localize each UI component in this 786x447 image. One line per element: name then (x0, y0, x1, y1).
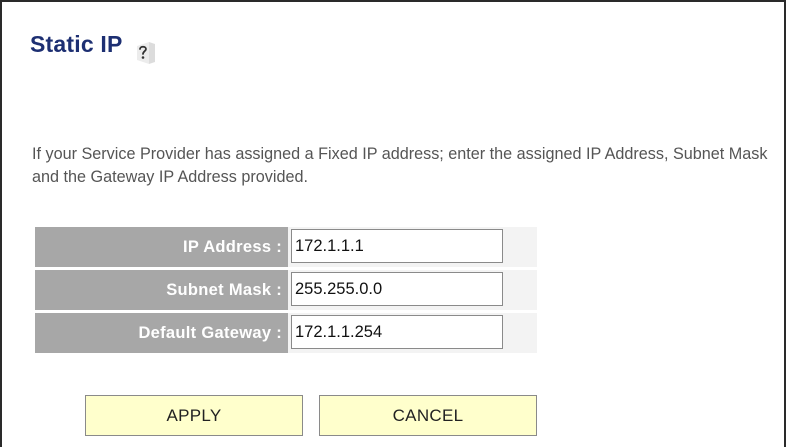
default-gateway-label: Default Gateway : (35, 313, 288, 353)
cancel-button[interactable]: CANCEL (319, 395, 537, 436)
default-gateway-input[interactable] (291, 315, 503, 349)
help-question-icon[interactable] (131, 38, 159, 66)
static-ip-form: IP Address : Subnet Mask : Default Gatew… (35, 227, 537, 356)
subnet-mask-label: Subnet Mask : (35, 270, 288, 310)
ip-address-label: IP Address : (35, 227, 288, 267)
button-row: APPLY CANCEL (85, 395, 537, 436)
form-row-ip-address: IP Address : (35, 227, 537, 267)
form-row-default-gateway: Default Gateway : (35, 313, 537, 353)
ip-address-input[interactable] (291, 229, 503, 263)
apply-button[interactable]: APPLY (85, 395, 303, 436)
subnet-mask-cell (288, 270, 537, 310)
form-row-subnet-mask: Subnet Mask : (35, 270, 537, 310)
default-gateway-cell (288, 313, 537, 353)
page-title: Static IP (30, 31, 123, 57)
title-row: Static IP (30, 30, 159, 64)
subnet-mask-input[interactable] (291, 272, 503, 306)
settings-panel: Static IP If your Service Provider has a… (0, 0, 786, 447)
ip-address-cell (288, 227, 537, 267)
description-text: If your Service Provider has assigned a … (32, 145, 768, 186)
